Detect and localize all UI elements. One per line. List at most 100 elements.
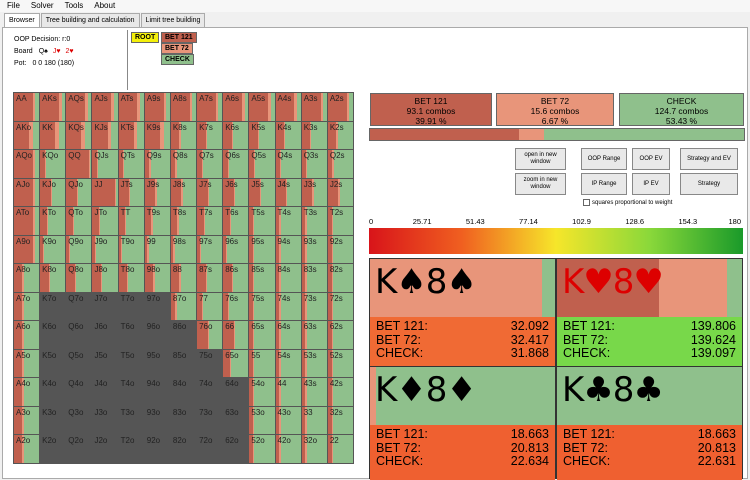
- hand-cell[interactable]: KTs: [118, 121, 144, 150]
- ip-ev-button[interactable]: IP EV: [632, 173, 670, 195]
- hand-cell[interactable]: K7s: [197, 121, 223, 150]
- menu-about[interactable]: About: [94, 0, 115, 12]
- hand-cell[interactable]: 43s: [301, 378, 327, 406]
- oop-ev-button[interactable]: OOP EV: [632, 148, 670, 170]
- hand-cell[interactable]: 84s: [275, 264, 301, 292]
- hand-cell[interactable]: J7s: [197, 178, 223, 207]
- hand-cell[interactable]: T3s: [301, 207, 327, 235]
- hand-cell[interactable]: J9s: [144, 178, 170, 207]
- hand-cell[interactable]: T5o: [118, 349, 144, 378]
- hand-cell[interactable]: 62s: [327, 321, 353, 349]
- hand-cell[interactable]: 96s: [223, 235, 249, 264]
- hand-cell[interactable]: 53o: [249, 406, 275, 435]
- hand-cell[interactable]: J6s: [223, 178, 249, 207]
- hand-cell[interactable]: J7o: [92, 292, 118, 321]
- combo-kd8d[interactable]: K♦8♦ BET 121: 18.663 BET 72: 20.813 CHECK: 22.…: [369, 366, 556, 480]
- hand-cell[interactable]: A5s: [249, 93, 275, 121]
- hand-cell[interactable]: 42s: [327, 378, 353, 406]
- hand-cell[interactable]: A8o: [14, 264, 40, 292]
- tree-node-check[interactable]: CHECK: [161, 54, 194, 65]
- hand-cell[interactable]: 73s: [301, 292, 327, 321]
- hand-cell[interactable]: JTs: [118, 178, 144, 207]
- hand-cell[interactable]: T9o: [118, 235, 144, 264]
- hand-cell[interactable]: K8s: [170, 121, 197, 150]
- hand-cell[interactable]: A6s: [223, 93, 249, 121]
- oop-range-button[interactable]: OOP Range: [581, 148, 627, 170]
- hand-cell[interactable]: JTo: [92, 207, 118, 235]
- hand-cell[interactable]: 75s: [249, 292, 275, 321]
- hand-cell[interactable]: T7s: [197, 207, 223, 235]
- hand-cell[interactable]: A3s: [301, 93, 327, 121]
- hand-cell[interactable]: J2s: [327, 178, 353, 207]
- hand-cell[interactable]: A4s: [275, 93, 301, 121]
- hand-cell[interactable]: 22: [327, 435, 353, 463]
- hand-cell[interactable]: A6o: [14, 321, 40, 349]
- hand-cell[interactable]: Q6o: [66, 321, 92, 349]
- hand-cell[interactable]: 55: [249, 349, 275, 378]
- menu-solver[interactable]: Solver: [31, 0, 54, 12]
- hand-cell[interactable]: 83s: [301, 264, 327, 292]
- hand-cell[interactable]: Q5o: [66, 349, 92, 378]
- hand-cell[interactable]: T8o: [118, 264, 144, 292]
- hand-cell[interactable]: 52o: [249, 435, 275, 463]
- hand-cell[interactable]: 74s: [275, 292, 301, 321]
- combo-kc8c[interactable]: K♣8♣ BET 121: 18.663 BET 72: 20.813 CHECK: 22.…: [556, 366, 743, 480]
- hand-cell[interactable]: 85o: [170, 349, 197, 378]
- zoom-new-window-button[interactable]: zoom in new window: [515, 173, 566, 195]
- hand-cell[interactable]: 99: [144, 235, 170, 264]
- hand-cell[interactable]: 86s: [223, 264, 249, 292]
- hand-cell[interactable]: 33: [301, 406, 327, 435]
- hand-cell[interactable]: 76o: [197, 321, 223, 349]
- hand-cell[interactable]: Q7o: [66, 292, 92, 321]
- hand-cell[interactable]: A9s: [144, 93, 170, 121]
- hand-cell[interactable]: 97s: [197, 235, 223, 264]
- hand-cell[interactable]: 66: [223, 321, 249, 349]
- hand-cell[interactable]: Q6s: [223, 150, 249, 178]
- hand-cell[interactable]: K6o: [40, 321, 66, 349]
- tab-tree-building[interactable]: Tree building and calculation: [40, 13, 140, 27]
- hand-cell[interactable]: 43o: [275, 406, 301, 435]
- tree-node-bet72[interactable]: BET 72: [161, 43, 193, 54]
- hand-cell[interactable]: 65s: [249, 321, 275, 349]
- hand-cell[interactable]: J2o: [92, 435, 118, 463]
- hand-cell[interactable]: 95o: [144, 349, 170, 378]
- hand-cell[interactable]: AKs: [40, 93, 66, 121]
- hand-cell[interactable]: 54s: [275, 349, 301, 378]
- hand-cell[interactable]: A7s: [197, 93, 223, 121]
- summary-check[interactable]: CHECK 124.7 combos 53.43 %: [619, 93, 744, 126]
- hand-cell[interactable]: 94s: [275, 235, 301, 264]
- hand-cell[interactable]: 98s: [170, 235, 197, 264]
- hand-cell[interactable]: 88: [170, 264, 197, 292]
- hand-cell[interactable]: 83o: [170, 406, 197, 435]
- hand-cell[interactable]: A9o: [14, 235, 40, 264]
- hand-cell[interactable]: J5s: [249, 178, 275, 207]
- hand-cell[interactable]: J3s: [301, 178, 327, 207]
- hand-cell[interactable]: QJs: [92, 150, 118, 178]
- hand-cell[interactable]: T4o: [118, 378, 144, 406]
- hand-cell[interactable]: T5s: [249, 207, 275, 235]
- hand-cell[interactable]: JJ: [92, 178, 118, 207]
- hand-cell[interactable]: Q3s: [301, 150, 327, 178]
- hand-cell[interactable]: AJs: [92, 93, 118, 121]
- hand-cell[interactable]: A5o: [14, 349, 40, 378]
- hand-cell[interactable]: KQo: [40, 150, 66, 178]
- hand-cell[interactable]: AQo: [14, 150, 40, 178]
- checkbox-square[interactable]: [583, 199, 590, 206]
- hand-cell[interactable]: 92o: [144, 435, 170, 463]
- hand-cell[interactable]: A8s: [170, 93, 197, 121]
- hand-cell[interactable]: Q4s: [275, 150, 301, 178]
- menu-tools[interactable]: Tools: [65, 0, 84, 12]
- hand-cell[interactable]: 82o: [170, 435, 197, 463]
- hand-cell[interactable]: K3s: [301, 121, 327, 150]
- hand-cell[interactable]: K9s: [144, 121, 170, 150]
- hand-cell[interactable]: Q2s: [327, 150, 353, 178]
- hand-cell[interactable]: Q5s: [249, 150, 275, 178]
- ip-range-button[interactable]: IP Range: [581, 173, 627, 195]
- hand-cell[interactable]: 44: [275, 378, 301, 406]
- hand-cell[interactable]: 87o: [170, 292, 197, 321]
- hand-cell[interactable]: Q9s: [144, 150, 170, 178]
- hand-cell[interactable]: KJs: [92, 121, 118, 150]
- hand-cell[interactable]: Q7s: [197, 150, 223, 178]
- tree-node-root[interactable]: ROOT: [131, 32, 160, 43]
- hand-cell[interactable]: J6o: [92, 321, 118, 349]
